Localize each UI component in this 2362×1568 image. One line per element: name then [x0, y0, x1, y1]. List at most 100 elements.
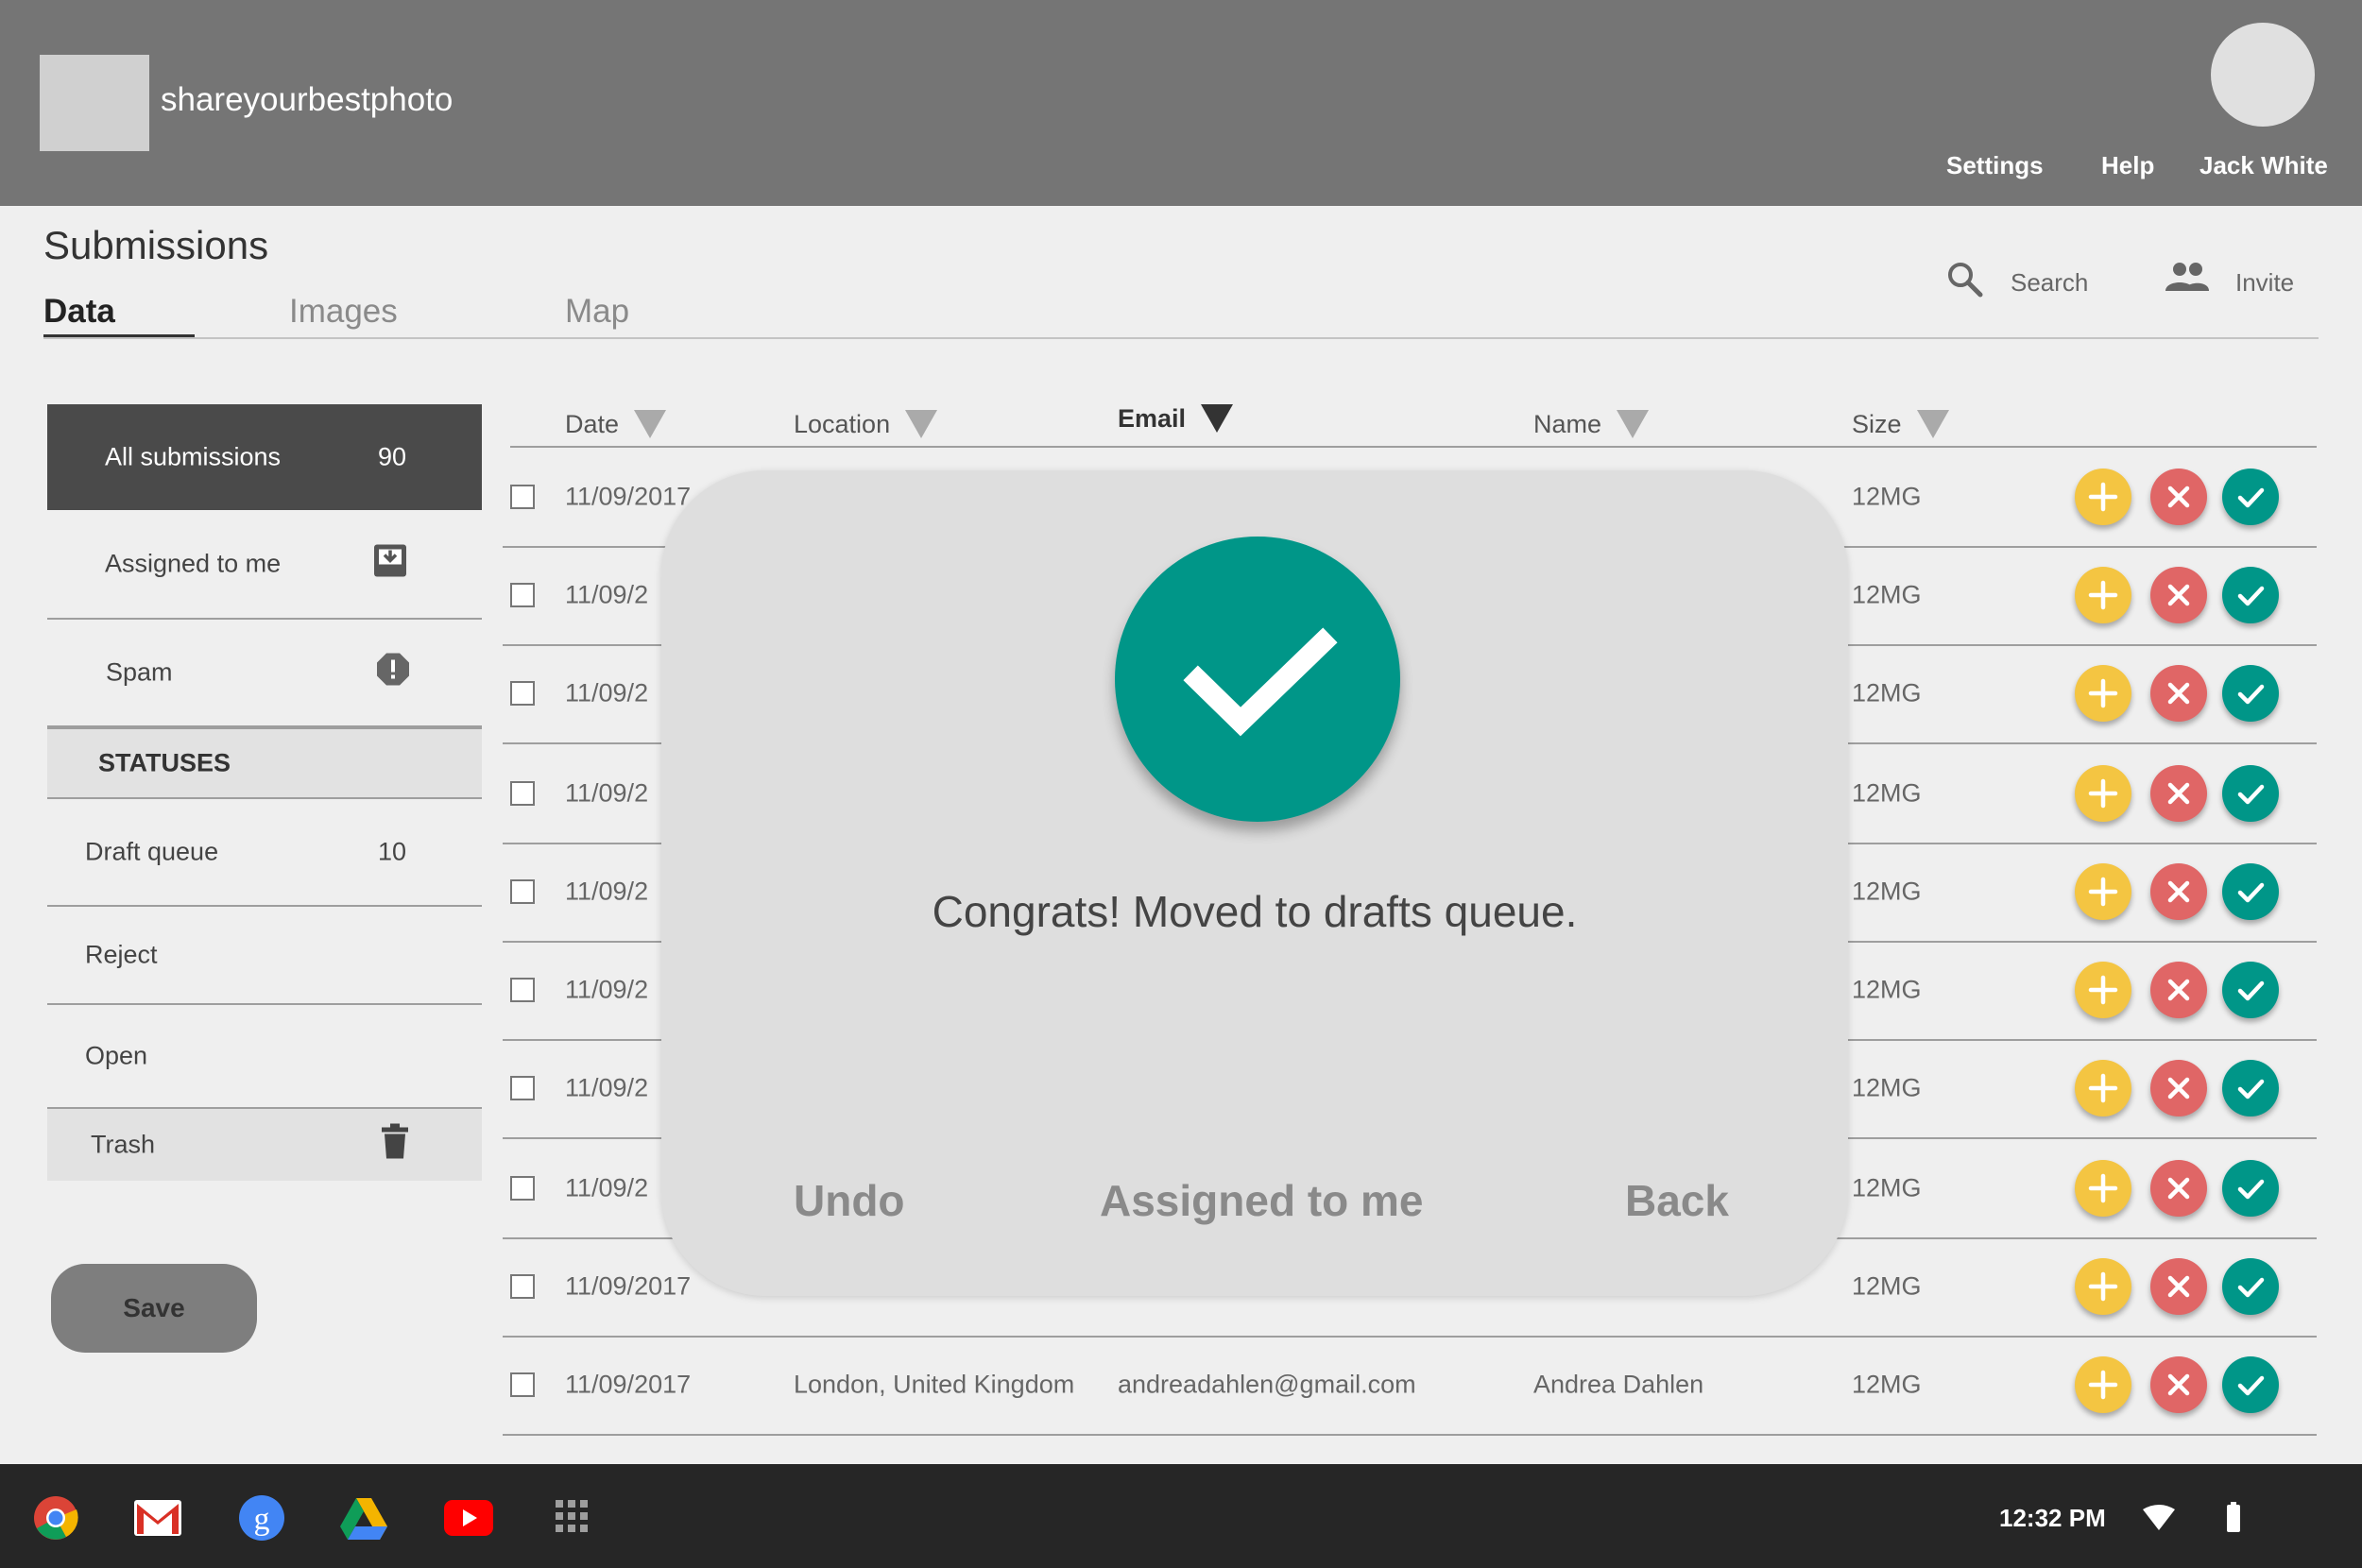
row-checkbox[interactable] — [510, 781, 535, 806]
sidebar-item-label: Open — [85, 1041, 148, 1070]
app-launcher-icon[interactable] — [556, 1500, 588, 1537]
column-header-date[interactable]: Date — [565, 410, 667, 439]
row-checkbox[interactable] — [510, 1274, 535, 1299]
approve-button[interactable] — [2222, 765, 2279, 822]
save-button[interactable]: Save — [51, 1264, 257, 1353]
add-button[interactable] — [2075, 665, 2131, 722]
sidebar-item-label: Draft queue — [85, 837, 219, 866]
cell-email: andreadahlen@gmail.com — [1118, 1370, 1416, 1399]
sort-arrow-icon[interactable] — [634, 410, 667, 438]
success-dialog: Congrats! Moved to drafts queue. Undo As… — [661, 470, 1848, 1296]
check-icon — [1115, 537, 1400, 822]
reject-button[interactable] — [2150, 863, 2207, 920]
add-button[interactable] — [2075, 1258, 2131, 1315]
tab-data[interactable]: Data — [43, 293, 115, 331]
system-clock[interactable]: 12:32 PM — [1999, 1504, 2106, 1533]
wifi-icon[interactable] — [2143, 1504, 2175, 1535]
sidebar-item-count: 10 — [378, 837, 407, 866]
approve-button[interactable] — [2222, 1060, 2279, 1116]
column-header-email[interactable]: Email — [1118, 404, 1234, 434]
approve-button[interactable] — [2222, 1356, 2279, 1413]
sort-arrow-icon[interactable] — [1617, 410, 1650, 438]
reject-button[interactable] — [2150, 665, 2207, 722]
app-logo[interactable] — [40, 55, 149, 151]
page-title: Submissions — [43, 223, 269, 267]
reject-button[interactable] — [2150, 765, 2207, 822]
invite-button-label[interactable]: Invite — [2235, 268, 2294, 298]
row-checkbox[interactable] — [510, 583, 535, 607]
sidebar-item-label: All submissions — [105, 442, 282, 471]
add-button[interactable] — [2075, 567, 2131, 623]
row-checkbox[interactable] — [510, 485, 535, 509]
youtube-icon[interactable] — [444, 1500, 493, 1541]
assigned-to-me-button[interactable]: Assigned to me — [1100, 1175, 1424, 1226]
row-checkbox[interactable] — [510, 1372, 535, 1397]
google-plus-icon[interactable]: g — [238, 1494, 285, 1546]
cell-date: 11/09/2 — [565, 877, 649, 906]
approve-button[interactable] — [2222, 665, 2279, 722]
reject-button[interactable] — [2150, 1258, 2207, 1315]
approve-button[interactable] — [2222, 863, 2279, 920]
reject-button[interactable] — [2150, 1060, 2207, 1116]
add-button[interactable] — [2075, 765, 2131, 822]
cell-date: 11/09/2017 — [565, 1370, 692, 1399]
drive-icon[interactable] — [340, 1498, 387, 1544]
sidebar-item-count: 90 — [378, 442, 407, 471]
reject-button[interactable] — [2150, 469, 2207, 525]
user-name-link[interactable]: Jack White — [2199, 151, 2328, 180]
undo-button[interactable]: Undo — [794, 1175, 905, 1226]
cell-date: 11/09/2017 — [565, 1271, 692, 1301]
sidebar-item-trash[interactable]: Trash — [47, 1107, 482, 1181]
sort-arrow-icon[interactable] — [1916, 410, 1949, 438]
approve-button[interactable] — [2222, 469, 2279, 525]
sort-arrow-icon[interactable] — [905, 410, 938, 438]
add-button[interactable] — [2075, 1160, 2131, 1217]
help-link[interactable]: Help — [2101, 151, 2154, 180]
sidebar-item-open[interactable]: Open — [47, 1005, 482, 1107]
tab-map[interactable]: Map — [565, 293, 629, 331]
back-button[interactable]: Back — [1625, 1175, 1729, 1226]
statuses-section-header: STATUSES — [47, 727, 482, 799]
search-button-label[interactable]: Search — [2011, 268, 2088, 298]
approve-button[interactable] — [2222, 567, 2279, 623]
people-icon[interactable] — [2164, 261, 2211, 299]
tab-images[interactable]: Images — [289, 293, 398, 331]
add-button[interactable] — [2075, 863, 2131, 920]
row-checkbox[interactable] — [510, 1076, 535, 1100]
approve-button[interactable] — [2222, 1258, 2279, 1315]
sidebar-item-label: Reject — [85, 940, 158, 969]
row-checkbox[interactable] — [510, 879, 535, 904]
sidebar-item-spam[interactable]: Spam — [47, 620, 482, 727]
add-button[interactable] — [2075, 1060, 2131, 1116]
column-header-size[interactable]: Size — [1852, 410, 1949, 439]
reject-button[interactable] — [2150, 567, 2207, 623]
row-checkbox[interactable] — [510, 978, 535, 1002]
search-icon[interactable] — [1946, 261, 1984, 303]
sidebar-item-reject[interactable]: Reject — [47, 907, 482, 1005]
settings-link[interactable]: Settings — [1946, 151, 2044, 180]
row-checkbox[interactable] — [510, 1176, 535, 1201]
cell-location: London, United Kingdom — [794, 1370, 1075, 1399]
user-avatar[interactable] — [2211, 23, 2315, 127]
approve-button[interactable] — [2222, 962, 2279, 1018]
reject-button[interactable] — [2150, 1160, 2207, 1217]
column-header-location[interactable]: Location — [794, 410, 938, 439]
add-button[interactable] — [2075, 962, 2131, 1018]
gmail-icon[interactable] — [134, 1500, 181, 1541]
approve-button[interactable] — [2222, 1160, 2279, 1217]
table-row[interactable]: 11/09/2017 London, United Kingdom andreada… — [503, 1336, 2317, 1436]
tab-divider — [43, 337, 2319, 339]
sort-arrow-icon[interactable] — [1201, 404, 1234, 433]
add-button[interactable] — [2075, 1356, 2131, 1413]
sidebar-item-all-submissions[interactable]: All submissions 90 — [47, 404, 482, 510]
reject-button[interactable] — [2150, 1356, 2207, 1413]
sidebar-item-assigned[interactable]: Assigned to me — [47, 510, 482, 620]
battery-icon[interactable] — [2226, 1502, 2241, 1537]
add-button[interactable] — [2075, 469, 2131, 525]
column-header-name[interactable]: Name — [1533, 410, 1650, 439]
svg-text:g: g — [254, 1502, 270, 1537]
sidebar-item-draft-queue[interactable]: Draft queue 10 — [47, 799, 482, 907]
row-checkbox[interactable] — [510, 681, 535, 706]
reject-button[interactable] — [2150, 962, 2207, 1018]
chrome-icon[interactable] — [32, 1494, 79, 1546]
